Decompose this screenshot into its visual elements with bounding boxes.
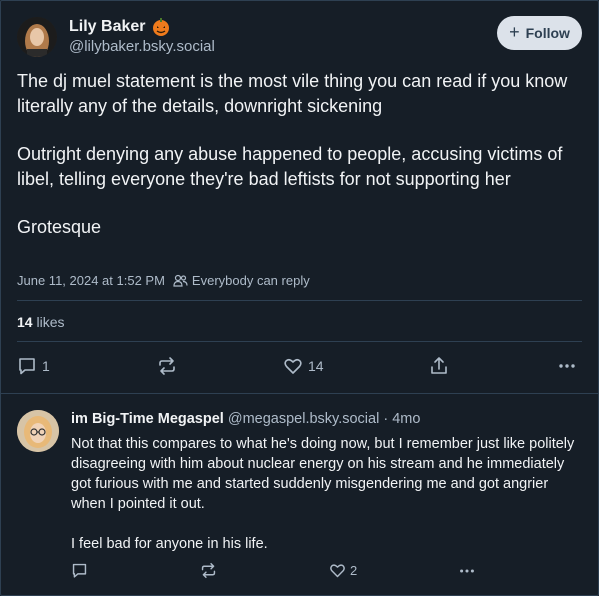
divider [1,393,598,394]
divider [17,300,582,301]
post-timestamp[interactable]: June 11, 2024 at 1:52 PM [17,273,165,288]
like-count: 14 [308,358,324,374]
repost-button[interactable] [200,562,217,579]
likes-number: 14 [17,314,33,330]
heart-icon [283,356,303,376]
follow-button[interactable]: + Follow [497,16,582,50]
reply-body: Not that this compares to what he's doin… [71,434,583,574]
post-paragraph: The dj muel statement is the most vile t… [17,71,568,116]
reply-handle-time[interactable]: @megaspel.bsky.social · 4mo [228,411,421,427]
reply-count: 1 [42,358,50,374]
reply-paragraph: Not that this compares to what he's doin… [71,436,575,512]
repost-icon [200,562,217,579]
likes-word: likes [36,314,65,330]
reply-header: im Big-Time Megaspel @megaspel.bsky.soci… [71,411,420,427]
reply-button[interactable] [71,562,88,579]
post-paragraph: Grotesque [17,217,102,237]
repost-button[interactable] [157,356,177,376]
heart-icon [329,562,346,579]
reply-like-count: 2 [350,563,358,578]
reply-button[interactable]: 1 [17,356,50,376]
more-options-button[interactable] [458,562,476,580]
post-paragraph: Outright denying any abuse happened to p… [17,144,563,189]
likes-count[interactable]: 14 likes [17,314,64,330]
share-icon [429,356,449,376]
follow-button-label: Follow [525,25,570,41]
reply-paragraph: I feel bad for anyone in his life. [71,536,268,552]
more-options-button[interactable] [557,356,577,376]
comment-icon [17,356,37,376]
like-button[interactable]: 2 [329,562,357,579]
reply-display-name[interactable]: im Big-Time Megaspel [71,411,224,427]
people-icon [173,274,188,287]
share-button[interactable] [429,356,449,376]
repost-icon [157,356,177,376]
pumpkin-icon [151,17,171,37]
avatar[interactable] [17,17,57,57]
post-body: The dj muel statement is the most vile t… [17,69,582,264]
reply-actions: 2 [1,562,598,584]
post-meta: June 11, 2024 at 1:52 PM Everybody can r… [17,273,310,288]
comment-icon [71,562,88,579]
like-button[interactable]: 14 [283,356,324,376]
avatar[interactable] [17,410,59,452]
ellipsis-icon [557,356,577,376]
reply-setting[interactable]: Everybody can reply [192,273,310,288]
divider [17,341,582,342]
plus-icon: + [509,22,520,42]
author-handle[interactable]: @lilybaker.bsky.social [69,38,215,55]
post-actions: 1 14 [1,356,598,380]
post-thread: Lily Baker @lilybaker.bsky.social + Foll… [0,0,599,596]
ellipsis-icon [458,562,476,580]
author-display-name[interactable]: Lily Baker [69,18,145,36]
author-name-row: Lily Baker [69,17,171,37]
